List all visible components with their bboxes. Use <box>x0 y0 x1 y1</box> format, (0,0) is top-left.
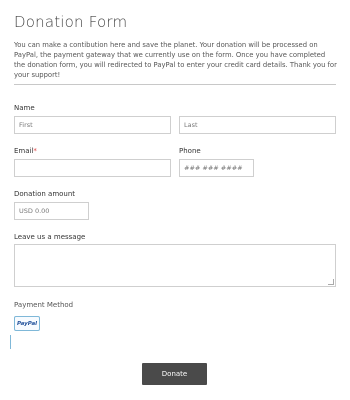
message-textarea[interactable] <box>14 244 336 287</box>
last-name-input[interactable]: Last <box>179 116 336 134</box>
donation-amount-input[interactable]: USD 0.00 <box>14 202 89 220</box>
donate-button[interactable]: Donate <box>142 363 207 385</box>
form-intro-text: You can make a contibution here and save… <box>14 41 337 79</box>
resize-handle-icon[interactable] <box>328 279 334 285</box>
message-label: Leave us a message <box>14 233 86 241</box>
phone-label: Phone <box>179 147 201 155</box>
donation-amount-value: USD 0.00 <box>19 207 50 215</box>
phone-placeholder: ### ### #### <box>184 164 243 172</box>
first-name-input[interactable]: First <box>14 116 171 134</box>
name-label: Name <box>14 104 35 112</box>
page-title: Donation Form <box>14 13 128 31</box>
email-label: Email* <box>14 147 37 155</box>
paypal-logo-text: PayPal <box>16 320 38 327</box>
required-asterisk: * <box>33 147 37 155</box>
email-field[interactable] <box>14 159 171 177</box>
paypal-option[interactable]: PayPal <box>14 316 40 331</box>
donation-amount-label: Donation amount <box>14 190 76 198</box>
payment-method-label: Payment Method <box>14 301 74 309</box>
phone-input[interactable]: ### ### #### <box>179 159 254 177</box>
divider <box>14 84 336 85</box>
last-name-placeholder: Last <box>184 121 198 129</box>
email-label-text: Email <box>14 147 34 155</box>
first-name-placeholder: First <box>19 121 33 129</box>
focus-indicator <box>10 335 11 349</box>
